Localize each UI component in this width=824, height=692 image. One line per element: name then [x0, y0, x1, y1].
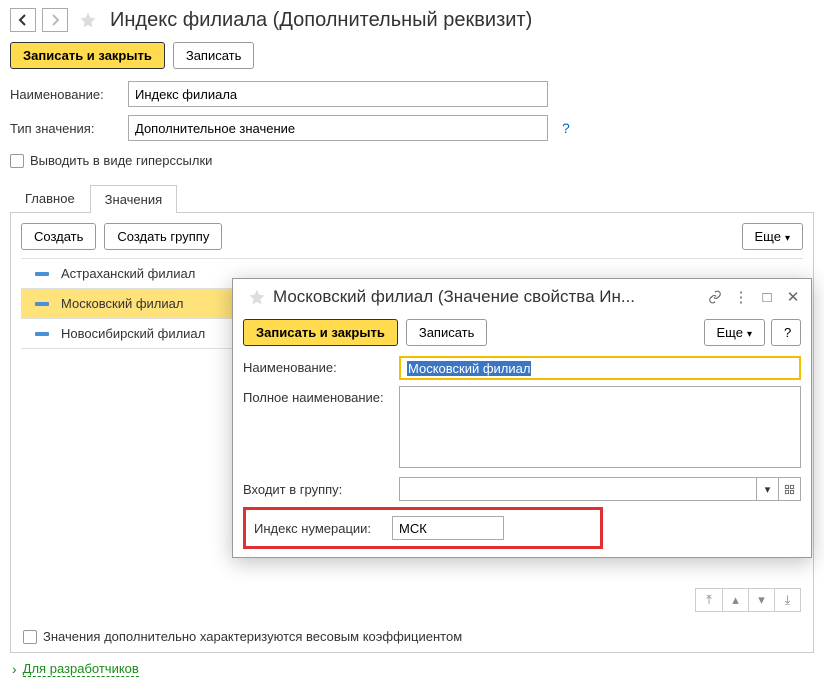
edit-value-modal: Московский филиал (Значение свойства Ин.… [232, 278, 812, 558]
type-input[interactable] [128, 115, 548, 141]
tab-main[interactable]: Главное [10, 184, 90, 212]
maximize-icon[interactable]: □ [759, 289, 775, 305]
arrow-left-icon [17, 14, 29, 26]
modal-index-input[interactable] [392, 516, 504, 540]
developers-link-label: Для разработчиков [23, 661, 139, 677]
nav-forward-button[interactable] [42, 8, 68, 32]
favorite-star-icon[interactable] [78, 10, 98, 30]
index-highlight-box: Индекс нумерации: [243, 507, 603, 549]
modal-fullname-textarea[interactable] [399, 386, 801, 468]
create-button[interactable]: Создать [21, 223, 96, 250]
weight-checkbox-label: Значения дополнительно характеризуются в… [43, 629, 462, 644]
weight-checkbox[interactable] [23, 630, 37, 644]
type-label: Тип значения: [10, 121, 120, 136]
move-bottom-icon[interactable]: ⤓ [774, 589, 800, 611]
more-button[interactable]: Еще▾ [742, 223, 803, 250]
developers-link[interactable]: › Для разработчиков [0, 653, 824, 685]
name-input[interactable] [128, 81, 548, 107]
group-dropdown-button[interactable]: ▾ [757, 477, 779, 501]
list-order-toolbar: ⤒ ▴ ▾ ⤓ [695, 588, 801, 612]
move-top-icon[interactable]: ⤒ [696, 589, 722, 611]
modal-name-label: Наименование: [243, 356, 391, 375]
link-icon[interactable] [707, 289, 723, 305]
move-up-icon[interactable]: ▴ [722, 589, 748, 611]
chevron-right-icon: › [12, 661, 17, 677]
list-item-label: Московский филиал [61, 296, 183, 311]
tab-values[interactable]: Значения [90, 185, 177, 213]
modal-name-input[interactable]: Московский филиал [399, 356, 801, 380]
move-down-icon[interactable]: ▾ [748, 589, 774, 611]
list-marker-icon [35, 272, 49, 276]
page-title: Индекс филиала (Дополнительный реквизит) [110, 9, 532, 32]
save-button[interactable]: Записать [173, 42, 255, 69]
kebab-menu-icon[interactable]: ⋮ [733, 289, 749, 305]
modal-fullname-label: Полное наименование: [243, 386, 391, 405]
modal-save-button[interactable]: Записать [406, 319, 488, 346]
name-label: Наименование: [10, 87, 120, 102]
list-item-label: Астраханский филиал [61, 266, 195, 281]
modal-group-label: Входит в группу: [243, 482, 391, 497]
modal-group-input[interactable] [399, 477, 757, 501]
help-icon[interactable]: ? [562, 120, 570, 136]
chevron-down-icon: ▾ [747, 329, 752, 340]
modal-save-and-close-button[interactable]: Записать и закрыть [243, 319, 398, 346]
chevron-down-icon: ▾ [785, 233, 790, 244]
close-icon[interactable]: ✕ [785, 289, 801, 305]
hyperlink-checkbox-label: Выводить в виде гиперссылки [30, 153, 212, 168]
modal-more-button[interactable]: Еще▾ [704, 319, 765, 346]
list-item-label: Новосибирский филиал [61, 326, 205, 341]
group-open-button[interactable] [779, 477, 801, 501]
modal-index-label: Индекс нумерации: [254, 521, 384, 536]
arrow-right-icon [49, 14, 61, 26]
save-and-close-button[interactable]: Записать и закрыть [10, 42, 165, 69]
create-group-button[interactable]: Создать группу [104, 223, 222, 250]
nav-back-button[interactable] [10, 8, 36, 32]
list-marker-icon [35, 332, 49, 336]
hyperlink-checkbox[interactable] [10, 154, 24, 168]
modal-title: Московский филиал (Значение свойства Ин.… [273, 287, 693, 307]
modal-help-button[interactable]: ? [771, 319, 801, 346]
list-marker-icon [35, 302, 49, 306]
modal-favorite-star-icon[interactable] [247, 287, 267, 307]
